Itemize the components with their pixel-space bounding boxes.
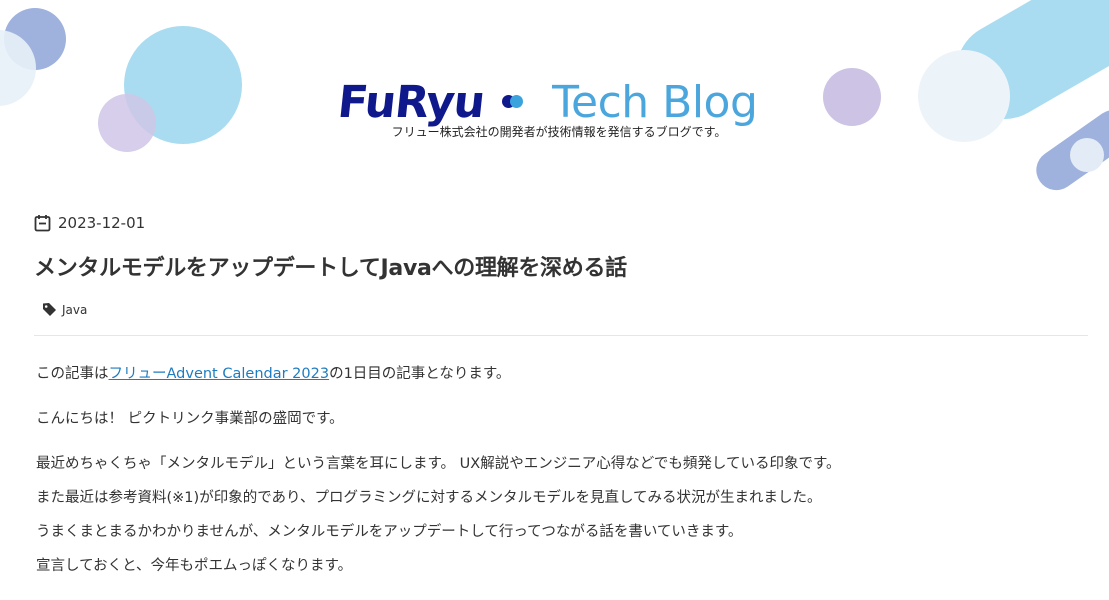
post-title: メンタルモデルをアップデートしてJavaへの理解を深める話 (34, 256, 627, 281)
tag-icon (43, 303, 56, 316)
post-date: 2023-12-01 (34, 214, 145, 232)
decorative-bubble (823, 68, 881, 126)
tag-java[interactable]: Java (42, 302, 87, 317)
blog-tagline: フリュー株式会社の開発者が技術情報を発信するブログです。 (391, 125, 727, 139)
calendar-icon (34, 215, 51, 232)
paragraph-line: 最近めちゃくちゃ「メンタルモデル」という言葉を耳にします。 UX解説やエンジニア… (36, 456, 841, 473)
paragraph-line: 宣言しておくと、今年もポエムっぽくなります。 (36, 558, 353, 575)
paragraph-line: また最近は参考資料(※1)が印象的であり、プログラミングに対するメンタルモデルを… (36, 490, 822, 507)
paragraph-greeting: こんにちは！ ピクトリンク事業部の盛岡です。 (36, 411, 344, 428)
logo-tech-blog-text: Tech Blog (552, 76, 758, 128)
blog-header: FuRyu Tech Blog フリュー株式会社の開発者が技術情報を発信するブロ… (0, 0, 1109, 200)
tag-label: Java (62, 302, 88, 317)
paragraph-line: うまくまとまるかわかりませんが、メンタルモデルをアップデートして行ってつながる話… (36, 524, 743, 541)
logo-furyu-text: FuRyu (335, 76, 487, 128)
logo-dot-icon (502, 92, 532, 112)
advent-calendar-link[interactable]: フリューAdvent Calendar 2023 (109, 366, 330, 382)
divider (34, 335, 1088, 336)
post-body: この記事はフリューAdvent Calendar 2023の1日目の記事となりま… (36, 363, 1086, 589)
decorative-bubble (1070, 138, 1104, 172)
post-date-text: 2023-12-01 (58, 214, 146, 232)
intro-text-before: この記事は (36, 366, 109, 382)
paragraph-intro: この記事はフリューAdvent Calendar 2023の1日目の記事となりま… (36, 363, 1086, 386)
intro-text-after: の1日目の記事となります。 (329, 366, 511, 382)
